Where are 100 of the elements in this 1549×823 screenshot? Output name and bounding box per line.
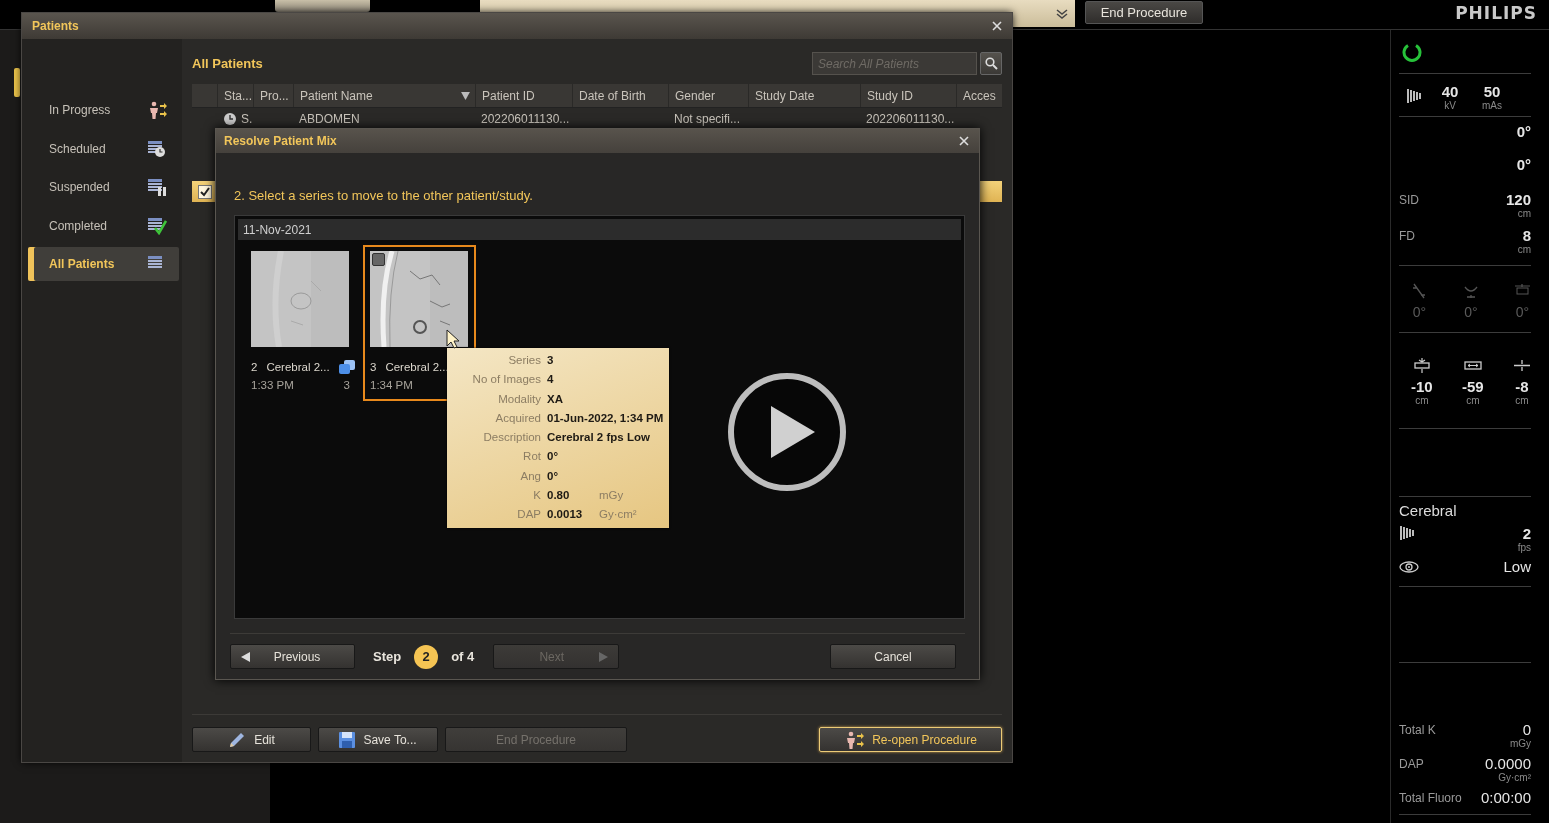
column-header[interactable]: Date of Birth xyxy=(572,84,668,107)
stack-icon xyxy=(338,360,355,374)
field-label: Ang xyxy=(519,468,541,484)
previous-button[interactable]: Previous xyxy=(230,644,355,669)
series-number: 2 xyxy=(251,361,258,373)
collimator-icon xyxy=(1406,88,1422,104)
exposure-value: 50 xyxy=(1483,83,1501,100)
series-time: 1:33 PM xyxy=(251,379,294,391)
sidebar-item[interactable]: Scheduled xyxy=(28,131,179,166)
eye-icon xyxy=(1399,560,1419,573)
action-button[interactable]: Save To... xyxy=(318,727,438,752)
position-value: -59 xyxy=(1462,378,1484,395)
exposure-value: 40 xyxy=(1441,83,1459,100)
step-total: of 4 xyxy=(451,649,475,664)
column-header[interactable]: Study Date xyxy=(748,84,860,107)
sidebar-item[interactable]: Suspended xyxy=(28,170,179,204)
dose-level-value: Low xyxy=(1503,558,1531,575)
field-label: K xyxy=(532,488,541,504)
table-cell: 202206011130... xyxy=(481,111,570,126)
field-value: 8 xyxy=(1522,227,1531,244)
close-icon[interactable] xyxy=(992,21,1002,31)
action-button[interactable]: Edit xyxy=(192,727,311,752)
angle-value: 0° xyxy=(1464,304,1478,320)
list-clock-icon xyxy=(147,139,167,158)
chevron-down-icon[interactable] xyxy=(1055,7,1069,20)
cancel-button[interactable]: Cancel xyxy=(830,644,956,669)
play-button[interactable] xyxy=(727,372,847,492)
position-value: -8 xyxy=(1515,378,1529,395)
field-label: DAP xyxy=(1399,757,1424,771)
pencil-icon xyxy=(228,730,247,749)
sidebar-item[interactable]: Completed xyxy=(28,208,179,243)
search-icon xyxy=(984,57,998,70)
series-name: Cerebral 2... xyxy=(266,361,330,373)
checkbox[interactable] xyxy=(372,253,385,266)
field-label: Series xyxy=(507,353,541,368)
instruction-text: 2. Select a series to move to the other patient/study. xyxy=(234,187,533,205)
sidebar-item[interactable]: All Patients xyxy=(28,247,179,281)
unit-label: Gy·cm² xyxy=(599,507,637,523)
side-tab[interactable] xyxy=(14,68,20,97)
checkbox[interactable] xyxy=(198,184,212,199)
angle-value: 0° xyxy=(1516,156,1531,173)
field-value: Cerebral 2 fps Low xyxy=(547,430,650,446)
sidebar-item[interactable]: In Progress xyxy=(28,93,179,127)
image-count: 3 xyxy=(343,379,350,391)
search-button[interactable] xyxy=(980,52,1002,75)
column-header[interactable]: Gender xyxy=(668,84,748,107)
check-icon xyxy=(199,185,211,198)
collimator-icon xyxy=(1399,525,1415,541)
field-value: 4 xyxy=(547,372,555,388)
field-label: DAP xyxy=(516,507,541,523)
column-header[interactable]: Sta... xyxy=(217,84,253,107)
field-value: 3 xyxy=(547,353,555,368)
clock-icon xyxy=(223,111,237,126)
unit-label: cm xyxy=(1517,208,1531,219)
end-procedure-button[interactable]: End Procedure xyxy=(1085,1,1203,24)
field-label: Rot xyxy=(522,449,541,465)
date-group-header: 11-Nov-2021 xyxy=(238,219,961,240)
field-value: 0° xyxy=(547,468,559,484)
series-number: 3 xyxy=(370,361,377,373)
column-header[interactable]: Acces xyxy=(956,84,996,107)
person-arrows-icon xyxy=(844,730,865,749)
column-header[interactable]: Pro... xyxy=(253,84,293,107)
unit-label: mGy xyxy=(1509,738,1531,749)
close-icon[interactable] xyxy=(959,136,969,146)
field-label: Modality xyxy=(497,391,541,407)
section-heading: All Patients xyxy=(192,56,263,71)
unit-label: kV xyxy=(1444,100,1456,111)
table-position-icon xyxy=(1412,358,1431,373)
field-value: 0:00:00 xyxy=(1480,789,1531,806)
unit-label: cm xyxy=(1415,395,1429,406)
unit-label: fps xyxy=(1517,542,1531,553)
table-cell: 202206011130... xyxy=(866,111,955,126)
field-label: FD xyxy=(1399,229,1415,243)
toolbar-tab[interactable] xyxy=(275,0,370,12)
column-header[interactable]: Patient ID xyxy=(475,84,572,107)
column-header[interactable]: Study ID xyxy=(860,84,956,107)
cursor-icon xyxy=(446,329,460,349)
field-value: 0.80 xyxy=(547,488,571,504)
sort-down-icon xyxy=(461,92,470,100)
field-value: 01-Jun-2022, 1:34 PM xyxy=(547,410,664,426)
field-value: 0 xyxy=(1522,721,1531,738)
table-cell: ABDOMEN xyxy=(299,111,360,126)
unit-label: cm xyxy=(1515,395,1529,406)
action-button[interactable]: Re-open Procedure xyxy=(819,727,1002,752)
table-cell: Not specifi... xyxy=(674,111,741,126)
status-ring-icon xyxy=(1402,42,1422,62)
table-position-icon xyxy=(1463,358,1482,373)
person-arrows-icon xyxy=(147,101,167,119)
column-header[interactable]: Patient Name xyxy=(293,84,475,107)
angle-value: 0° xyxy=(1412,304,1427,320)
step-number: 2 xyxy=(414,644,439,669)
right-triangle-icon xyxy=(599,651,609,662)
unit-label: cm xyxy=(1517,244,1531,255)
field-label: Total Fluoro xyxy=(1399,791,1462,805)
unit-label: cm xyxy=(1466,395,1480,406)
dialog-title: Resolve Patient Mix xyxy=(224,134,337,148)
series-thumbnail[interactable]: 2 Cerebral 2... 1:33 PM 3 xyxy=(244,245,357,401)
step-label: Step xyxy=(373,649,402,664)
field-value: XA xyxy=(547,391,564,407)
position-value: -10 xyxy=(1411,378,1433,395)
